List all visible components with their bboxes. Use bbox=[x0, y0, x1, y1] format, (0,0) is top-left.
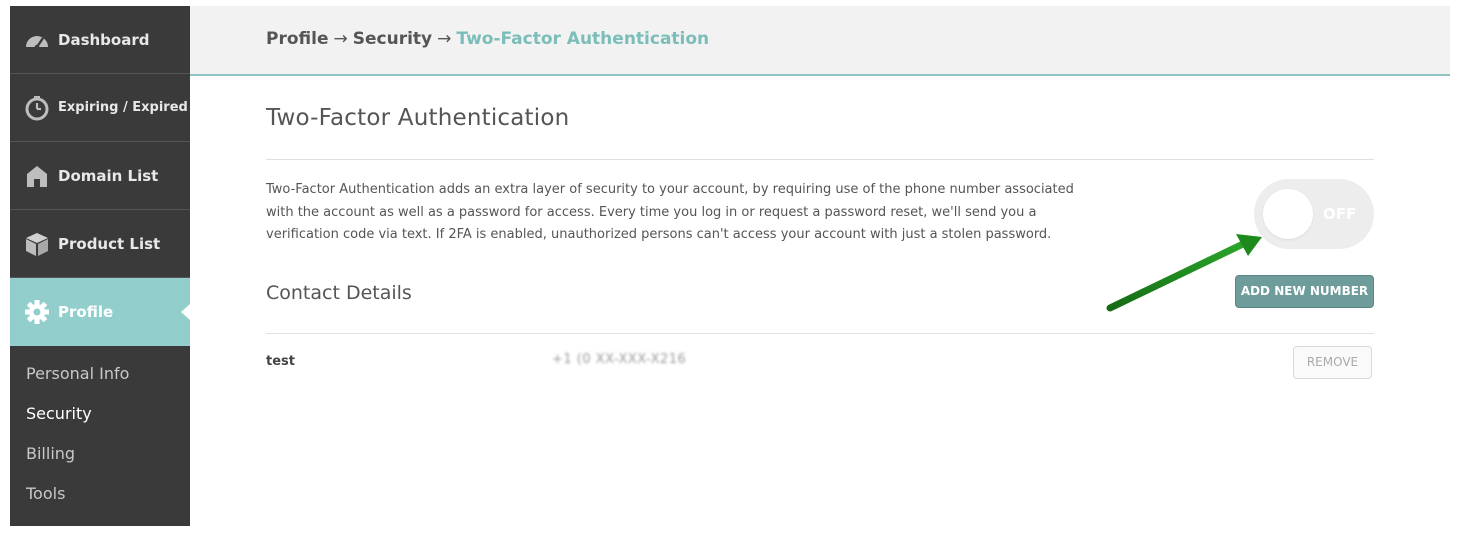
subnav-item-billing[interactable]: Billing bbox=[10, 434, 190, 474]
subnav-item-personal-info[interactable]: Personal Info bbox=[10, 354, 190, 394]
breadcrumb-item-security[interactable]: Security bbox=[353, 29, 432, 49]
toggle-state-label: OFF bbox=[1323, 205, 1357, 223]
toggle-knob bbox=[1263, 189, 1313, 239]
subnav-item-security[interactable]: Security bbox=[10, 394, 190, 434]
divider bbox=[266, 333, 1374, 334]
sidebar-item-label: Expiring / Expired bbox=[58, 100, 188, 115]
divider bbox=[266, 159, 1374, 160]
breadcrumb-item-profile[interactable]: Profile bbox=[266, 29, 328, 49]
contact-phone-number: +1 (0 XX-XXX-X216 bbox=[552, 352, 687, 367]
sidebar-item-domain-list[interactable]: Domain List bbox=[10, 142, 190, 210]
sidebar-item-label: Product List bbox=[58, 234, 161, 253]
sidebar-item-product-list[interactable]: Product List bbox=[10, 210, 190, 278]
contact-details-heading: Contact Details bbox=[266, 282, 412, 304]
stopwatch-icon bbox=[24, 95, 50, 121]
2fa-toggle-switch[interactable]: OFF bbox=[1254, 179, 1374, 249]
profile-subnav: Personal Info Security Billing Tools bbox=[10, 346, 190, 514]
breadcrumb-separator: → bbox=[333, 29, 348, 49]
add-new-number-button[interactable]: ADD NEW NUMBER bbox=[1235, 275, 1374, 308]
2fa-description: Two-Factor Authentication adds an extra … bbox=[266, 182, 1074, 242]
sidebar-item-label: Domain List bbox=[58, 166, 159, 185]
page-title: Two-Factor Authentication bbox=[266, 105, 570, 131]
breadcrumb-separator: → bbox=[437, 29, 452, 49]
sidebar-item-label: Profile bbox=[58, 303, 114, 321]
gear-icon bbox=[24, 299, 50, 325]
box-icon bbox=[24, 231, 50, 257]
contact-name: test bbox=[266, 354, 295, 369]
sidebar-item-profile[interactable]: Profile bbox=[10, 278, 190, 346]
subnav-item-tools[interactable]: Tools bbox=[10, 474, 190, 514]
breadcrumb-current: Two-Factor Authentication bbox=[456, 29, 710, 49]
breadcrumb: Profile → Security → Two-Factor Authenticati… bbox=[266, 29, 709, 49]
remove-number-button[interactable]: REMOVE bbox=[1293, 346, 1372, 379]
house-icon bbox=[24, 163, 50, 189]
sidebar-item-label: Dashboard bbox=[58, 30, 150, 49]
dashboard-gauge-icon bbox=[24, 27, 50, 53]
page-header: Profile → Security → Two-Factor Authenticati… bbox=[190, 6, 1450, 76]
annotation-arrow-icon bbox=[1106, 234, 1262, 312]
sidebar-item-expiring[interactable]: Expiring / Expired bbox=[10, 74, 190, 142]
sidebar-item-dashboard[interactable]: Dashboard bbox=[10, 6, 190, 74]
sidebar: Dashboard Expiring / Expired Domain List bbox=[10, 6, 190, 526]
